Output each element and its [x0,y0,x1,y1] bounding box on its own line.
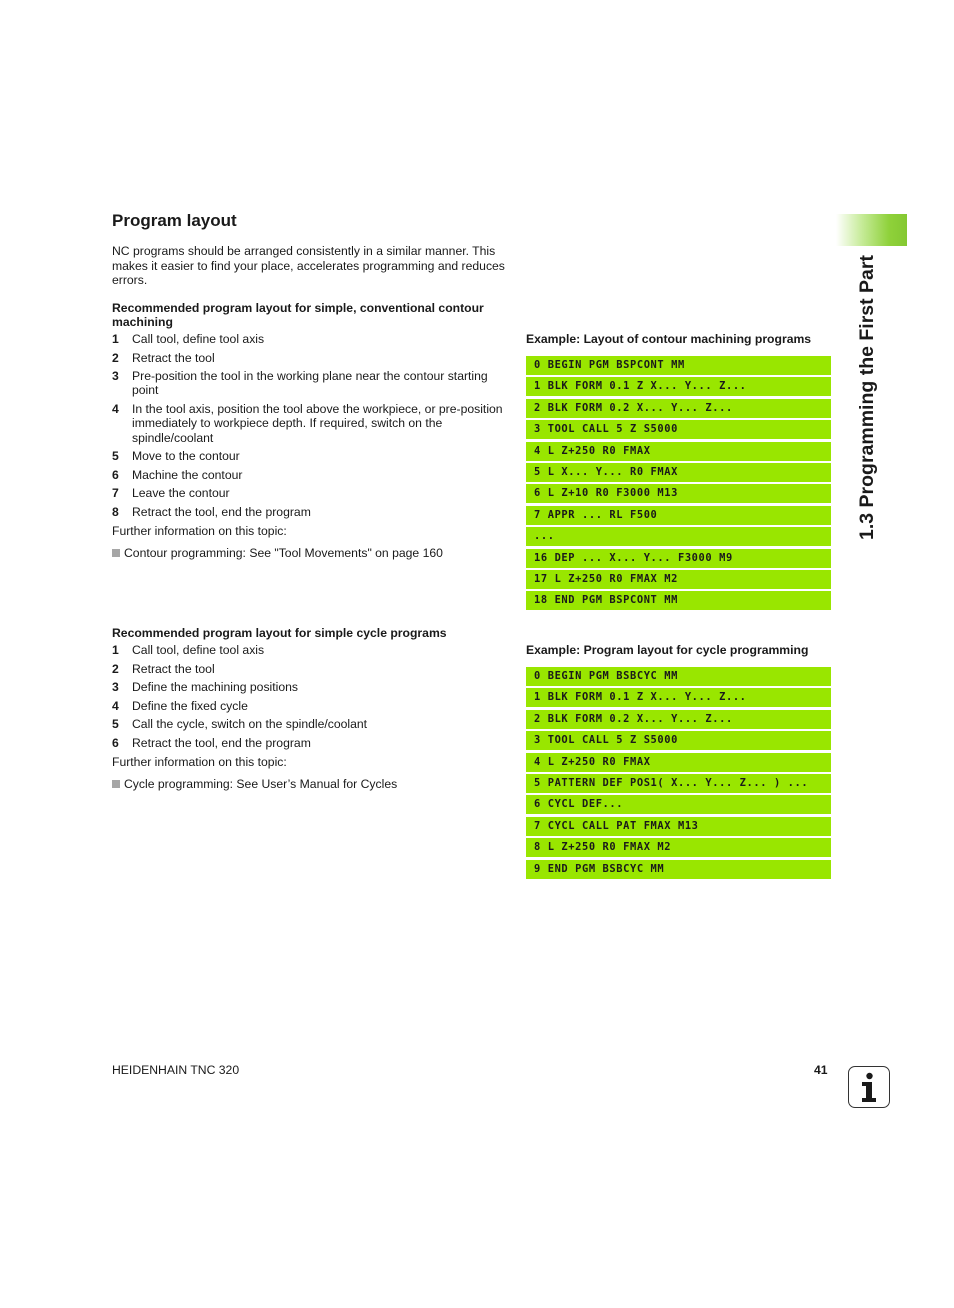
code-line: 8 L Z+250 R0 FMAX M2 [526,838,831,858]
step-item: 4 In the tool axis, position the tool abo… [112,402,512,445]
code-line: 1 BLK FORM 0.1 Z X... Y... Z... [526,688,831,708]
step-number: 6 [112,735,119,750]
code-line: 2 BLK FORM 0.2 X... Y... Z... [526,398,831,418]
code-line: 6 CYCL DEF... [526,795,831,815]
step-number: 1 [112,643,119,657]
step-text: In the tool axis, position the tool abov… [132,402,503,445]
contour-further-info: Further information on this topic: [112,523,287,538]
step-item: 5 Call the cycle, switch on the spindle/c… [112,717,512,731]
intro-paragraph: NC programs should be arranged consisten… [112,244,505,288]
step-item: 5 Move to the contour [112,449,512,463]
contour-reference[interactable]: Contour programming: See "Tool Movements… [112,546,512,560]
step-text: Call tool, define tool axis [132,643,265,657]
step-text: Pre-position the tool in the working pla… [132,369,488,398]
step-number: 5 [112,717,119,732]
contour-code-block: 0 BEGIN PGM BSPCONT MM 1 BLK FORM 0.1 Z X… [526,356,831,613]
step-item: 2 Retract the tool [112,662,512,676]
info-icon [848,1066,890,1108]
contour-example-heading: Example: Layout of contour machining pro… [526,332,812,346]
contour-layout-section: Recommended program layout for simple, c… [112,301,512,560]
step-item: 6 Retract the tool, end the program [112,736,512,750]
cycle-heading: Recommended program layout for simple cy… [112,626,447,640]
step-item: 3 Pre-position the tool in the working pl… [112,369,512,398]
step-item: 8 Retract the tool, end the program [112,505,512,519]
chapter-title: 1.3 Programming the First Part [856,255,878,540]
step-number: 3 [112,369,119,384]
bullet-icon [112,779,120,788]
step-number: 5 [112,449,119,464]
step-number: 2 [112,661,119,676]
step-text: Machine the contour [132,467,243,482]
step-item: 6 Machine the contour [112,468,512,482]
cycle-steps-list: 1 Call tool, define tool axis 2 Retract the… [112,643,512,750]
step-text: Retract the tool [132,350,215,365]
code-line: 2 BLK FORM 0.2 X... Y... Z... [526,709,831,729]
step-number: 3 [112,680,119,695]
step-number: 4 [112,402,119,417]
code-line: 4 L Z+250 R0 FMAX [526,752,831,772]
step-number: 6 [112,467,119,482]
step-text: Retract the tool [132,661,215,676]
cycle-reference-link[interactable]: Cycle programming: See User’s Manual for… [124,777,397,791]
chapter-tab-marker [836,214,907,246]
step-text: Leave the contour [132,486,230,501]
footer-product-name: HEIDENHAIN TNC 320 [112,1063,240,1077]
cycle-reference[interactable]: Cycle programming: See User’s Manual for… [112,777,512,791]
page-title: Program layout [112,211,237,230]
code-line: 3 TOOL CALL 5 Z S5000 [526,420,831,440]
step-text: Retract the tool, end the program [132,505,311,520]
step-item: 3 Define the machining positions [112,680,512,694]
contour-heading: Recommended program layout for simple, c… [112,301,484,329]
step-number: 1 [112,332,119,346]
code-line: 0 BEGIN PGM BSBCYC MM [526,667,831,686]
code-line: 16 DEP ... X... Y... F3000 M9 [526,548,831,568]
code-line: 7 APPR ... RL F500 [526,505,831,525]
code-line: 5 PATTERN DEF POS1( X... Y... Z... ) ... [526,773,831,793]
step-item: 1 Call tool, define tool axis [112,332,512,346]
code-line: 18 END PGM BSPCONT MM [526,591,831,611]
bullet-icon [112,548,120,557]
step-text: Call tool, define tool axis [132,332,265,346]
code-line: 1 BLK FORM 0.1 Z X... Y... Z... [526,377,831,397]
cycle-further-info: Further information on this topic: [112,754,287,769]
code-line: 4 L Z+250 R0 FMAX [526,441,831,461]
step-text: Define the fixed cycle [132,698,248,713]
code-line: 6 L Z+10 R0 F3000 M13 [526,484,831,504]
step-text: Call the cycle, switch on the spindle/co… [132,717,368,732]
step-number: 4 [112,698,119,713]
cycle-code-block: 0 BEGIN PGM BSBCYC MM 1 BLK FORM 0.1 Z X.… [526,667,831,881]
cycle-layout-section: Recommended program layout for simple cy… [112,626,512,791]
code-line: 9 END PGM BSBCYC MM [526,859,831,879]
cycle-example-heading: Example: Program layout for cycle progra… [526,643,809,657]
page-number: 41 [814,1063,828,1077]
step-number: 2 [112,350,119,365]
code-line: 0 BEGIN PGM BSPCONT MM [526,356,831,375]
step-text: Define the machining positions [132,680,298,695]
step-text: Move to the contour [132,449,240,464]
code-line: 3 TOOL CALL 5 Z S5000 [526,731,831,751]
step-item: 2 Retract the tool [112,351,512,365]
contour-steps-list: 1 Call tool, define tool axis 2 Retract the… [112,332,512,519]
code-line: ... [526,527,831,547]
step-item: 1 Call tool, define tool axis [112,643,512,657]
code-line: 17 L Z+250 R0 FMAX M2 [526,569,831,589]
step-item: 7 Leave the contour [112,486,512,500]
step-text: Retract the tool, end the program [132,735,311,750]
contour-reference-link[interactable]: Contour programming: See "Tool Movements… [124,546,443,560]
step-number: 7 [112,486,119,501]
step-number: 8 [112,505,119,520]
code-line: 5 L X... Y... R0 FMAX [526,462,831,482]
step-item: 4 Define the fixed cycle [112,699,512,713]
code-line: 7 CYCL CALL PAT FMAX M13 [526,816,831,836]
